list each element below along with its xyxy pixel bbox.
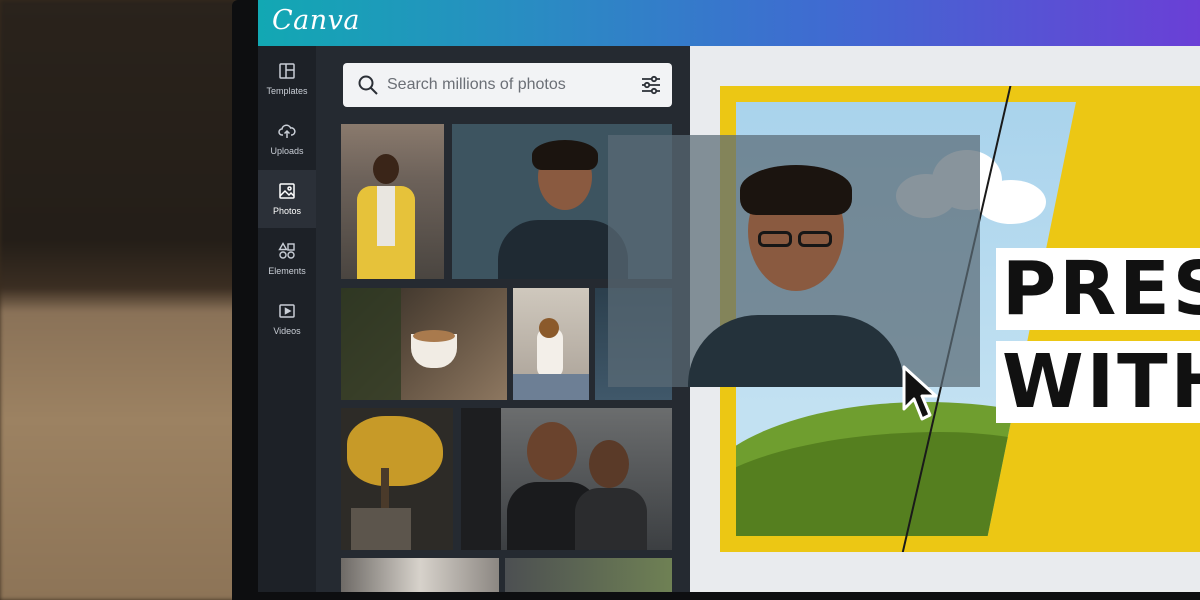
search-bar bbox=[343, 63, 672, 107]
canva-logo[interactable]: Canva bbox=[272, 5, 360, 36]
photo-thumbnail-people-portraits[interactable] bbox=[341, 558, 499, 592]
sidebar-item-label: Videos bbox=[273, 326, 301, 336]
sidebar-item-uploads[interactable]: Uploads bbox=[258, 110, 316, 168]
headline-text-line-1[interactable]: PRES bbox=[996, 248, 1200, 330]
app-screen: Canva Templates Uploads Photos Elements … bbox=[258, 0, 1200, 592]
headline-text-line-2[interactable]: WITH bbox=[996, 341, 1200, 423]
photo-thumbnail-small-dog[interactable] bbox=[513, 288, 589, 400]
top-bar: Canva bbox=[258, 0, 1200, 46]
photo-thumbnail-men-laughing[interactable] bbox=[461, 408, 672, 550]
photo-thumbnail-people-outdoors[interactable] bbox=[505, 558, 672, 592]
sidebar-item-label: Elements bbox=[268, 266, 306, 276]
side-nav: Templates Uploads Photos Elements Videos bbox=[258, 46, 316, 592]
photo-thumbnail-yellow-tree[interactable] bbox=[341, 408, 453, 550]
search-input[interactable] bbox=[387, 73, 627, 97]
sidebar-item-templates[interactable]: Templates bbox=[258, 50, 316, 108]
sidebar-item-videos[interactable]: Videos bbox=[258, 290, 316, 348]
search-icon bbox=[358, 75, 378, 95]
dragged-photo-preview[interactable] bbox=[608, 135, 980, 387]
sidebar-item-photos[interactable]: Photos bbox=[258, 170, 316, 228]
shapes-icon bbox=[278, 242, 295, 259]
background-room bbox=[0, 0, 240, 600]
mouse-cursor-icon bbox=[902, 365, 938, 421]
photo-icon bbox=[279, 183, 295, 199]
filter-sliders-icon[interactable] bbox=[640, 74, 662, 96]
upload-cloud-icon bbox=[278, 124, 296, 138]
sidebar-item-label: Uploads bbox=[270, 146, 304, 156]
photo-thumbnail-coffee-cup[interactable] bbox=[341, 288, 507, 400]
sidebar-item-elements[interactable]: Elements bbox=[258, 230, 316, 288]
sidebar-item-label: Templates bbox=[266, 86, 308, 96]
photo-thumbnail-woman-yellow-jacket[interactable] bbox=[341, 124, 444, 279]
sidebar-item-label: Photos bbox=[272, 206, 302, 216]
templates-icon bbox=[279, 63, 295, 79]
play-icon bbox=[279, 304, 295, 318]
